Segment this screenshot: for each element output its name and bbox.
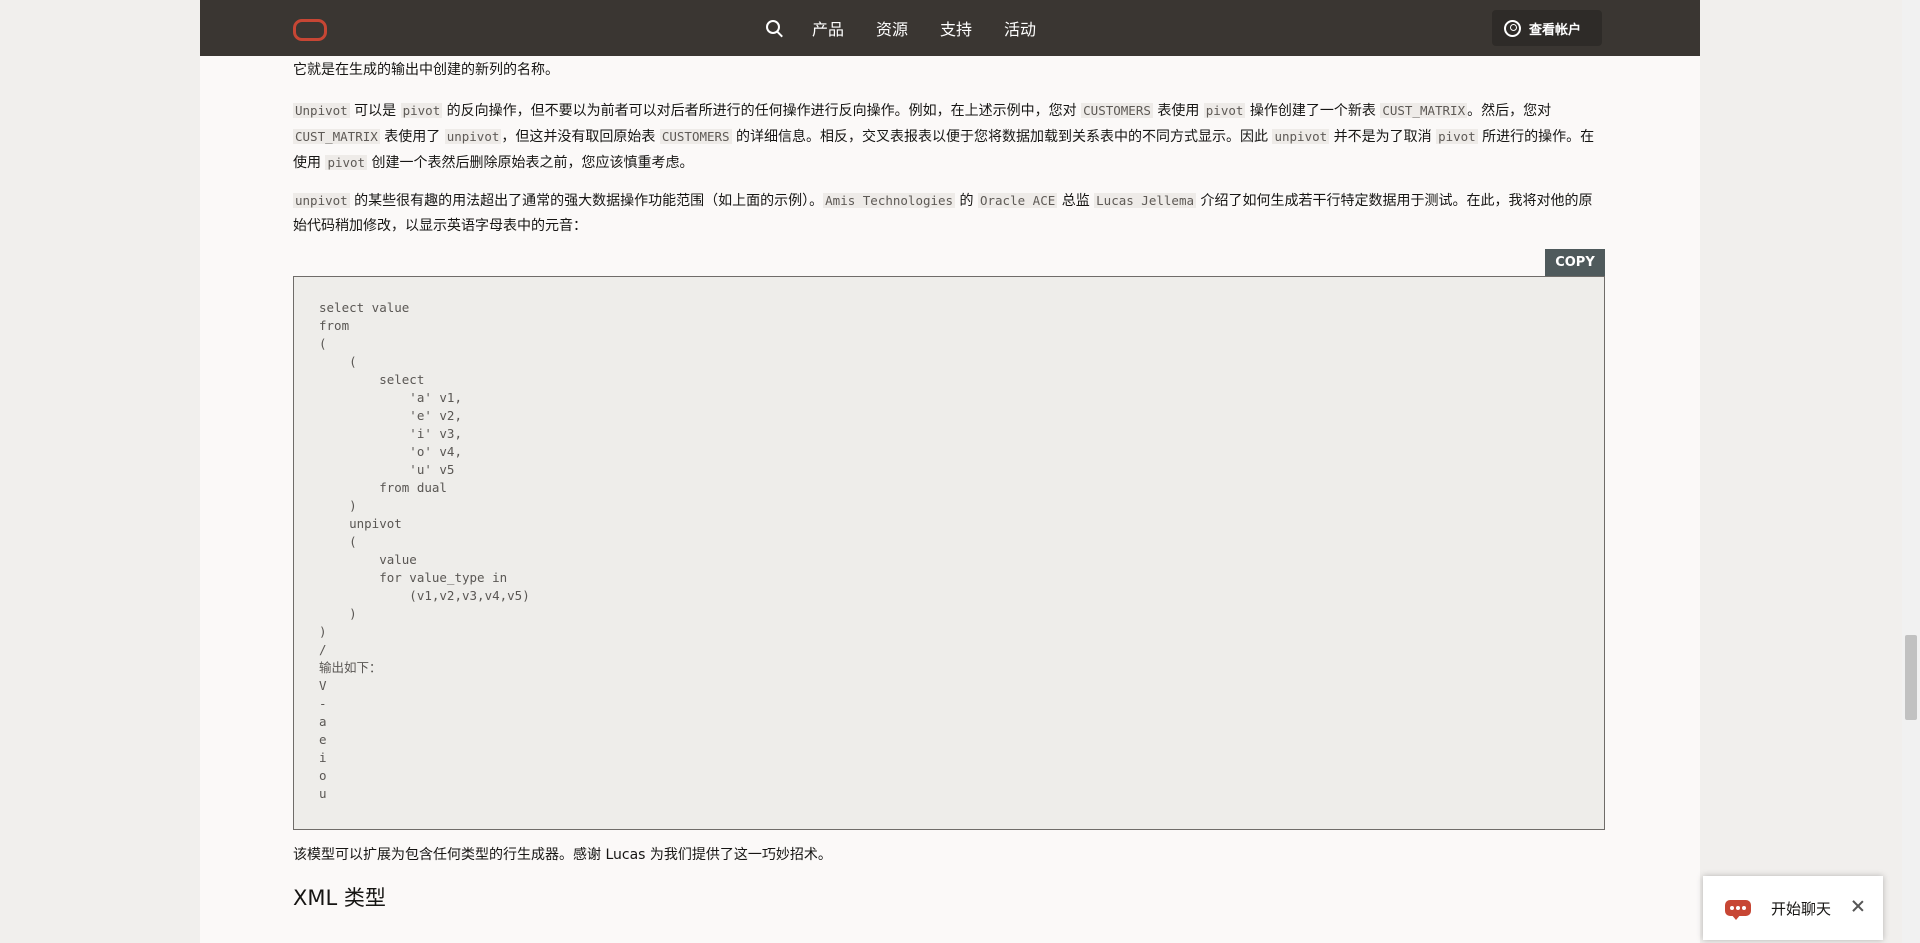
top-navigation-bar: 产品 资源 支持 活动 查看帐户: [200, 0, 1700, 56]
nav-item-support[interactable]: 支持: [940, 16, 972, 40]
close-icon[interactable]: [1850, 898, 1866, 914]
article-paragraph: Unpivot 可以是 pivot 的反向操作，但不要以为前者可以对后者所进行的…: [293, 98, 1605, 176]
inline-code: unpivot: [293, 193, 350, 208]
code-block[interactable]: select value from ( ( select 'a' v1, 'e'…: [293, 276, 1605, 830]
search-icon[interactable]: [766, 20, 782, 36]
inline-code: CUST_MATRIX: [1380, 103, 1468, 118]
nav-item-events[interactable]: 活动: [1004, 16, 1036, 40]
inline-code: Oracle ACE: [977, 193, 1058, 208]
inline-code: pivot: [325, 155, 368, 170]
chat-widget[interactable]: 开始聊天: [1703, 876, 1883, 940]
oracle-logo-icon[interactable]: [293, 19, 327, 41]
nav-item-resources[interactable]: 资源: [876, 16, 908, 40]
inline-code: Unpivot: [293, 103, 350, 118]
paragraph-text: 并不是为了取消: [1329, 129, 1437, 145]
inline-code: Lucas Jellema: [1094, 193, 1196, 208]
copy-code-button[interactable]: COPY: [1545, 249, 1605, 276]
paragraph-text: 表使用了: [379, 129, 445, 145]
scrollbar-thumb[interactable]: [1905, 635, 1917, 720]
chat-bubble-icon: [1725, 900, 1751, 920]
page-scrollbar[interactable]: [1902, 0, 1920, 943]
paragraph-text: 。然后，您对: [1467, 103, 1552, 119]
view-account-button[interactable]: 查看帐户: [1492, 10, 1602, 46]
paragraph-text: 的详细信息。相反，交叉表报表以便于您将数据加载到关系表中的不同方式显示。因此: [731, 129, 1273, 145]
paragraph-text: 的反向操作，但不要以为前者可以对后者所进行的任何操作进行反向操作。例如，在上述示…: [442, 103, 1082, 119]
inline-code: CUSTOMERS: [1081, 103, 1153, 118]
paragraph-text: 的: [955, 193, 978, 209]
article-paragraph-after-code: 该模型可以扩展为包含任何类型的行生成器。感谢 Lucas 为我们提供了这一巧妙招…: [293, 847, 832, 863]
paragraph-text: 操作创建了一个新表: [1245, 103, 1381, 119]
inline-code: CUST_MATRIX: [293, 129, 380, 144]
section-heading-xml-type: XML 类型: [293, 886, 386, 910]
inline-code: pivot: [1436, 129, 1478, 144]
main-nav: 产品 资源 支持 活动: [766, 0, 1068, 56]
view-account-label: 查看帐户: [1529, 22, 1582, 38]
inline-code: unpivot: [444, 129, 502, 144]
nav-item-products[interactable]: 产品: [812, 16, 844, 40]
inline-code: pivot: [1203, 103, 1246, 118]
inline-code: pivot: [400, 103, 443, 118]
paragraph-text: ，但这并没有取回原始表: [501, 129, 660, 145]
user-icon: [1504, 19, 1521, 37]
inline-code: CUSTOMERS: [659, 129, 732, 144]
paragraph-text: 的某些很有趣的用法超出了通常的强大数据操作功能范围（如上面的示例）。: [349, 193, 824, 209]
article-paragraph: 它就是在生成的输出中创建的新列的名称。: [293, 58, 1605, 83]
paragraph-text: 创建一个表然后删除原始表之前，您应该慎重考虑。: [367, 155, 694, 171]
paragraph-text: 表使用: [1152, 103, 1204, 119]
start-chat-label[interactable]: 开始聊天: [1771, 898, 1831, 919]
paragraph-text: 总监: [1057, 193, 1095, 209]
inline-code: Amis Technologies: [823, 193, 956, 208]
paragraph-text: 它就是在生成的输出中创建的新列的名称。: [293, 62, 559, 78]
article-paragraph: unpivot 的某些很有趣的用法超出了通常的强大数据操作功能范围（如上面的示例…: [293, 188, 1605, 239]
paragraph-text: 可以是: [349, 103, 401, 119]
inline-code: unpivot: [1272, 129, 1330, 144]
